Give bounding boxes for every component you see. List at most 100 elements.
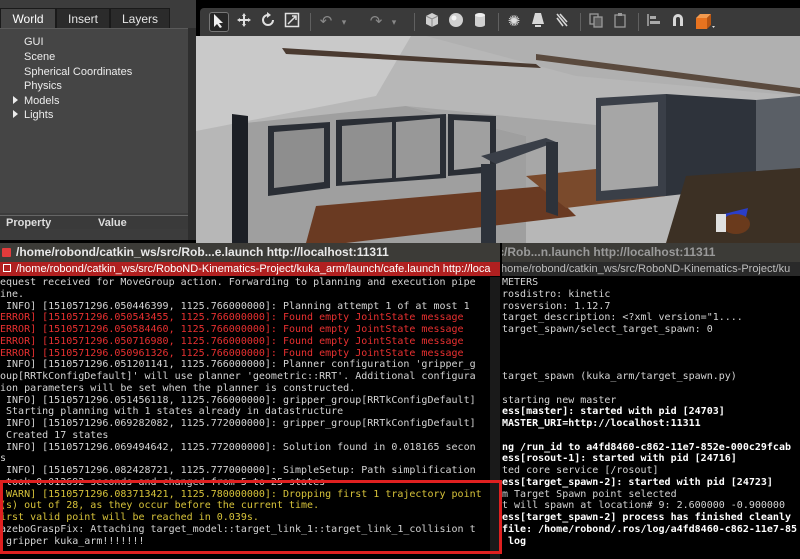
property-table-header: Property Value bbox=[0, 215, 188, 229]
toolbar-separator bbox=[414, 13, 415, 31]
copy-icon[interactable] bbox=[586, 12, 606, 32]
tree-item-physics[interactable]: Physics bbox=[24, 79, 62, 93]
toolbar-separator bbox=[580, 13, 581, 31]
window-title: /home/robond/catkin_ws/src/Rob...n.launc… bbox=[502, 245, 716, 259]
tree-item-scene[interactable]: Scene bbox=[24, 50, 55, 64]
gazebo-panel-tabs: World Insert Layers bbox=[0, 8, 196, 28]
highlight-box bbox=[0, 480, 502, 554]
tree-item-gui[interactable]: GUI bbox=[24, 35, 44, 49]
terminal-line: target_spawn (kuka_arm/target_spawn.py) bbox=[502, 371, 737, 382]
terminal-tab[interactable]: /home/robond/catkin_ws/src/RoboND-Kinema… bbox=[502, 262, 800, 276]
tab-world[interactable]: World bbox=[0, 8, 56, 28]
terminal-line: ess[target_spawn-2] process has finished… bbox=[502, 512, 791, 523]
value-column-header[interactable]: Value bbox=[98, 216, 127, 230]
terminal-line: log bbox=[502, 535, 527, 547]
terminal-line: INFO] [1510571296.069282082, 1125.772000… bbox=[0, 418, 476, 429]
terminal-line: target_spawn/select_target_spawn: 0 bbox=[502, 324, 713, 335]
scene-render bbox=[196, 36, 800, 243]
terminal-line: rosversion: 1.12.7 bbox=[502, 300, 611, 312]
translate-icon[interactable] bbox=[234, 12, 254, 32]
tab-title: /home/robond/catkin_ws/src/RoboND-Kinema… bbox=[502, 263, 791, 275]
terminal-window-target-spawn[interactable]: /home/robond/catkin_ws/src/Rob...n.launc… bbox=[502, 243, 800, 559]
rotate-icon[interactable] bbox=[258, 12, 278, 32]
terminal-line: Starting planning with 1 states already … bbox=[0, 406, 344, 418]
tree-item-label: Lights bbox=[24, 109, 54, 121]
undo-dropdown-icon[interactable]: ▾ bbox=[334, 12, 354, 32]
window-close-icon[interactable] bbox=[2, 248, 11, 257]
toolbar-separator bbox=[638, 13, 639, 31]
terminal-output[interactable]: METERS rosdistro: kinetic rosversion: 1.12… bbox=[502, 277, 800, 557]
tree-item-spherical-coordinates[interactable]: Spherical Coordinates bbox=[24, 65, 132, 79]
sphere-icon[interactable] bbox=[446, 12, 466, 32]
tab-close-icon[interactable] bbox=[3, 264, 11, 272]
change-view-icon[interactable] bbox=[694, 12, 715, 32]
terminal-line: ERROR] [1510571296.050716980, 1125.76600… bbox=[0, 335, 464, 347]
terminal-line: starting new master bbox=[502, 394, 617, 406]
terminal-line: INFO] [1510571296.051201141, 1125.766000… bbox=[0, 359, 476, 371]
gazebo-toolbar: ↶ ▾ ↷ ▾ ✺ bbox=[200, 8, 800, 36]
terminal-titlebar: /home/robond/catkin_ws/src/Rob...n.launc… bbox=[502, 243, 800, 262]
terminal-line: ERROR] [1510571296.050961326, 1125.76600… bbox=[0, 347, 464, 359]
box-icon[interactable] bbox=[422, 12, 442, 32]
align-icon[interactable] bbox=[644, 12, 664, 32]
terminal-line: INFO] [1510571296.050446399, 1125.766000… bbox=[0, 300, 470, 312]
terminal-line: MASTER_URI=http://localhost:11311 bbox=[502, 418, 701, 429]
terminal-line: s bbox=[0, 453, 7, 465]
terminal-line: equest received for MoveGroup action. Fo… bbox=[0, 277, 476, 288]
terminal-line: ess[rosout-1]: started with pid [24716] bbox=[502, 453, 737, 465]
tree-item-models[interactable]: Models bbox=[13, 94, 60, 108]
terminal-line: ERROR] [1510571296.050543455, 1125.76600… bbox=[0, 312, 464, 324]
terminal-line: t will spawn at location# 9: 2.600000 -0… bbox=[502, 500, 785, 512]
point-light-icon[interactable]: ✺ bbox=[504, 12, 524, 32]
select-arrow-icon[interactable] bbox=[209, 12, 229, 32]
gazebo-3d-viewport[interactable] bbox=[196, 36, 800, 243]
paste-icon[interactable] bbox=[610, 12, 630, 32]
terminal-line: ine. bbox=[0, 288, 25, 300]
terminal-line: ion parameters will be set when the plan… bbox=[0, 382, 356, 394]
tab-layers[interactable]: Layers bbox=[110, 8, 170, 28]
terminal-line: ted core service [/rosout] bbox=[502, 465, 659, 476]
terminal-line: Created 17 states bbox=[0, 429, 109, 441]
terminal-line: INFO] [1510571296.082428721, 1125.777000… bbox=[0, 465, 476, 476]
terminal-line: METERS bbox=[502, 277, 539, 288]
scale-icon[interactable] bbox=[282, 12, 302, 32]
terminal-line: ERROR] [1510571296.050584460, 1125.76600… bbox=[0, 324, 464, 335]
tab-insert[interactable]: Insert bbox=[56, 8, 110, 28]
expand-arrow-icon[interactable] bbox=[13, 96, 18, 104]
spot-light-icon[interactable] bbox=[528, 12, 548, 32]
snap-icon[interactable] bbox=[668, 12, 688, 32]
gazebo-world-panel: World Insert Layers GUI Scene Spherical … bbox=[0, 0, 196, 240]
terminal-line: oup[RRTkConfigDefault]' will use planner… bbox=[0, 371, 476, 382]
redo-icon[interactable]: ↷ bbox=[366, 12, 386, 32]
terminal-line: INFO] [1510571296.069494642, 1125.772000… bbox=[0, 441, 476, 453]
terminal-line: ng /run_id to a4fd8460-c862-11e7-852e-00… bbox=[502, 441, 791, 453]
property-column-header[interactable]: Property bbox=[6, 216, 51, 230]
expand-arrow-icon[interactable] bbox=[13, 110, 18, 118]
terminal-line: ess[target_spawn-2]: started with pid [2… bbox=[502, 476, 773, 488]
tab-title: /home/robond/catkin_ws/src/RoboND-Kinema… bbox=[16, 263, 491, 275]
terminal-line: file: /home/robond/.ros/log/a4fd8460-c86… bbox=[502, 523, 798, 535]
toolbar-separator bbox=[310, 13, 311, 31]
tree-item-lights[interactable]: Lights bbox=[13, 108, 54, 122]
toolbar-separator bbox=[498, 13, 499, 31]
redo-dropdown-icon[interactable]: ▾ bbox=[384, 12, 404, 32]
directional-light-icon[interactable] bbox=[552, 12, 572, 32]
terminal-line: INFO] [1510571296.051456118, 1125.766000… bbox=[0, 394, 476, 406]
cylinder-icon[interactable] bbox=[470, 12, 490, 32]
terminal-line: target_description: <?xml version="1.... bbox=[502, 312, 743, 324]
terminal-line: ess[master]: started with pid [24703] bbox=[502, 406, 725, 418]
panel-collapse-bar[interactable] bbox=[188, 28, 196, 240]
world-tree: GUI Scene Spherical Coordinates Physics … bbox=[0, 28, 196, 213]
terminal-tab-active[interactable]: /home/robond/catkin_ws/src/RoboND-Kinema… bbox=[0, 262, 500, 276]
terminal-line: m Target Spawn point selected bbox=[502, 488, 677, 500]
undo-icon[interactable]: ↶ bbox=[316, 12, 336, 32]
terminal-line: rosdistro: kinetic bbox=[502, 288, 611, 300]
terminal-titlebar: /home/robond/catkin_ws/src/Rob...e.launc… bbox=[0, 243, 500, 262]
window-title: /home/robond/catkin_ws/src/Rob...e.launc… bbox=[16, 245, 389, 259]
tree-item-label: Models bbox=[24, 95, 60, 107]
